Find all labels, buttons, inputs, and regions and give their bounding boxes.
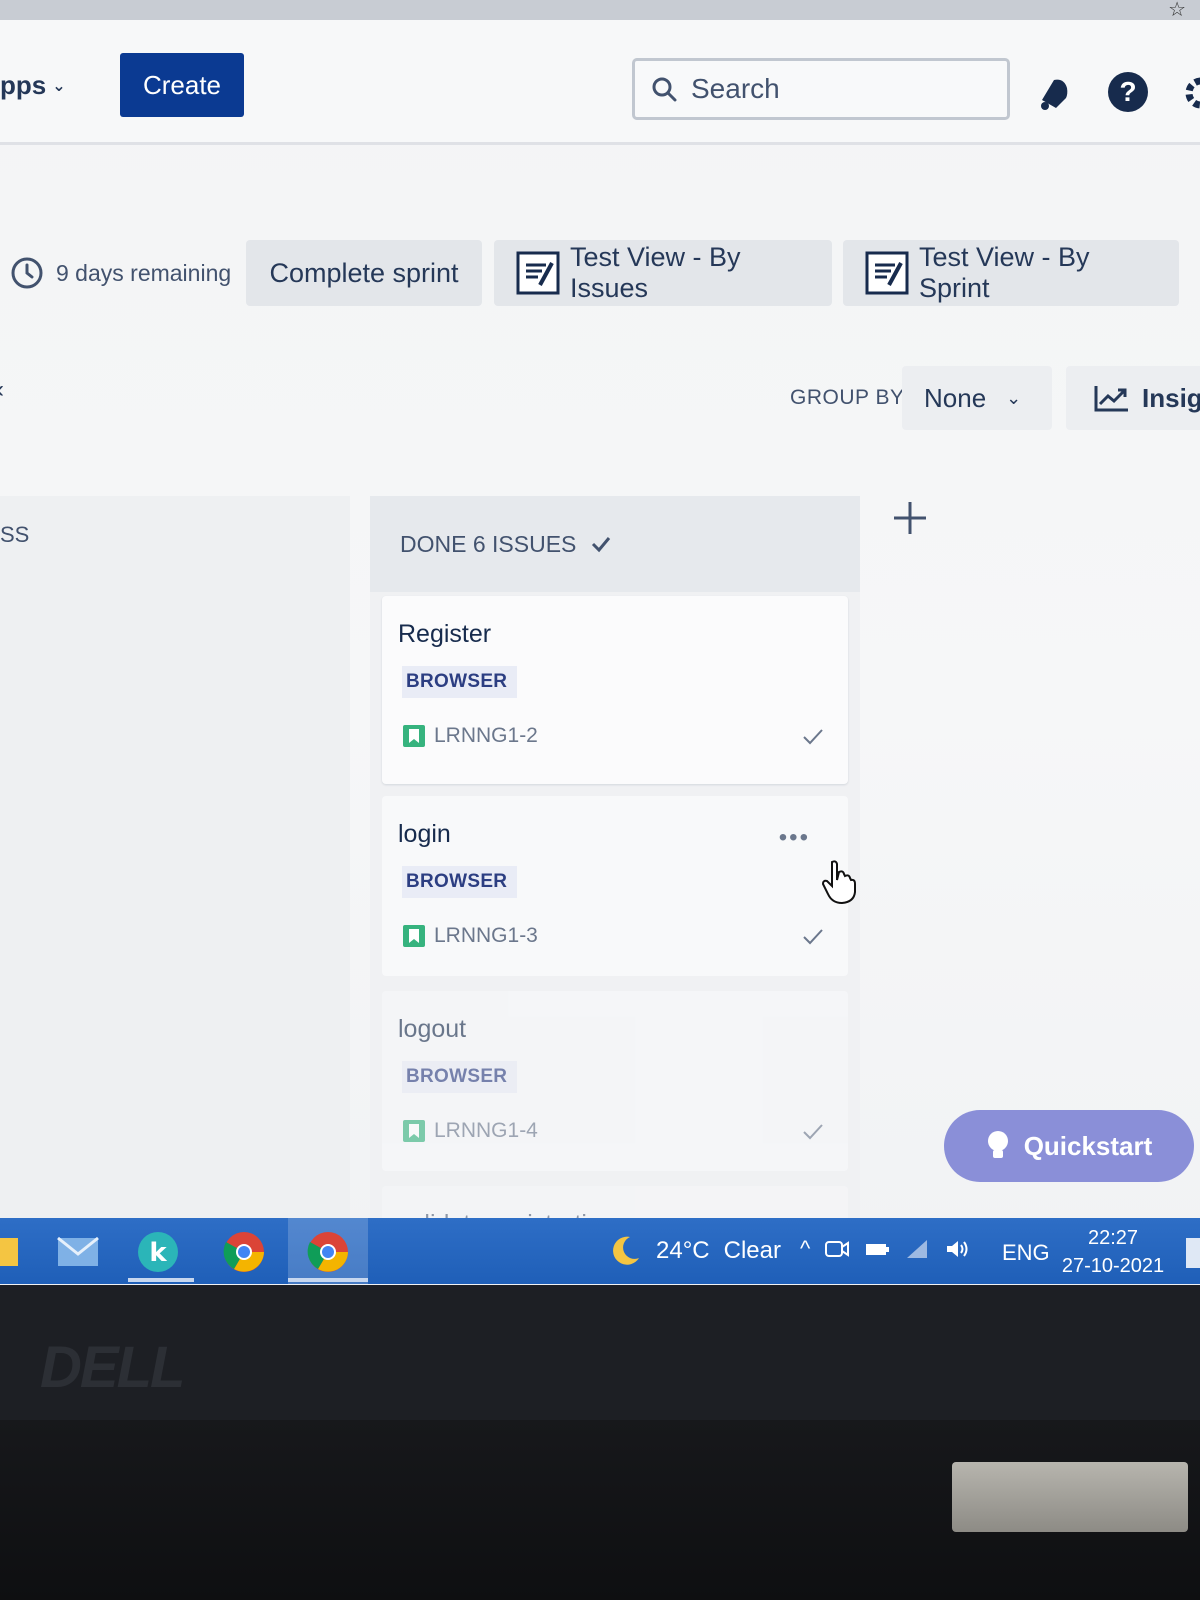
weather-widget[interactable]: 24°C Clear (608, 1234, 781, 1268)
issue-card[interactable]: login ••• BROWSER LRNNG1-3 (382, 796, 848, 976)
card-key[interactable]: LRNNG1-4 (402, 1119, 538, 1143)
lightbulb-icon (987, 1131, 1008, 1158)
card-title: Register (398, 620, 492, 648)
apps-menu[interactable]: pps ⌄ (0, 70, 66, 101)
done-column-header: DONE 6 ISSUES (370, 496, 860, 592)
dell-logo: DELL (40, 1335, 185, 1400)
card-title: logout (398, 1015, 467, 1043)
card-key-text: LRNNG1-3 (434, 924, 538, 947)
test-view-by-sprint-label: Test View - By Sprint (919, 242, 1090, 303)
group-by-label: GROUP BY (790, 386, 905, 409)
file-explorer-icon[interactable] (0, 1230, 24, 1274)
apps-menu-label: pps (0, 70, 47, 100)
card-key-text: LRNNG1-4 (434, 1119, 538, 1142)
done-column-title: DONE 6 ISSUES (400, 530, 577, 557)
story-icon (403, 725, 425, 747)
chrome-icon[interactable] (222, 1230, 266, 1274)
check-icon (803, 1124, 823, 1140)
laptop-sticker (952, 1462, 1188, 1532)
screen: ☆ pps ⌄ Create ? 9 d (0, 0, 1200, 1285)
window-top-strip (0, 0, 1200, 20)
insights-label: Insig (1142, 382, 1200, 413)
volume-icon[interactable] (944, 1236, 970, 1262)
gear-icon[interactable] (1182, 74, 1200, 112)
days-remaining: 9 days remaining (10, 256, 231, 290)
card-key-text: LRNNG1-2 (434, 724, 538, 747)
complete-sprint-button[interactable]: Complete sprint (246, 240, 482, 306)
taskbar-time: 22:27 (1087, 1227, 1139, 1249)
meet-now-icon[interactable] (824, 1236, 850, 1262)
days-remaining-text: 9 days remaining (56, 259, 232, 286)
check-icon (803, 729, 823, 745)
group-by-value: None (924, 382, 987, 413)
kaspersky-icon[interactable]: k (136, 1230, 180, 1274)
search-icon (652, 77, 677, 102)
search-input[interactable] (691, 73, 981, 105)
card-key[interactable]: LRNNG1-3 (402, 924, 538, 948)
complete-sprint-label: Complete sprint (269, 257, 459, 288)
check-icon (803, 929, 823, 945)
issue-card[interactable]: Register BROWSER LRNNG1-2 (382, 596, 848, 784)
sprint-bar: 9 days remaining Complete sprint Test Vi… (0, 240, 1200, 310)
previous-column-label: SS (0, 522, 30, 547)
weather-desc: Clear (723, 1237, 781, 1264)
notification-bell-icon[interactable] (1034, 74, 1074, 114)
help-icon[interactable]: ? (1108, 72, 1148, 112)
card-label: BROWSER (402, 666, 518, 698)
battery-icon[interactable] (864, 1236, 890, 1262)
quickstart-button[interactable]: Quickstart (944, 1110, 1194, 1182)
star-icon[interactable]: ☆ (1168, 0, 1186, 20)
test-view-by-issues-label: Test View - By Issues (570, 242, 741, 303)
taskbar-clock[interactable]: 22:27 27-10-2021 (1058, 1224, 1168, 1280)
chrome-icon[interactable] (306, 1230, 350, 1274)
test-view-by-sprint-button[interactable]: Test View - By Sprint (843, 240, 1179, 306)
more-options-icon[interactable]: ••• (779, 824, 810, 852)
insights-chart-icon (1094, 386, 1128, 412)
issue-card[interactable]: logout BROWSER LRNNG1-4 (382, 991, 848, 1171)
chevron-up-icon[interactable]: ^ (800, 1236, 810, 1262)
mail-icon[interactable] (56, 1230, 100, 1274)
chevron-down-icon: ⌄ (52, 77, 66, 95)
taskbar-running-indicator (288, 1278, 368, 1282)
top-navbar: pps ⌄ Create ? (0, 20, 1200, 145)
svg-text:k: k (149, 1238, 167, 1268)
check-icon (592, 537, 611, 553)
group-by-select[interactable]: None ⌄ (902, 366, 1052, 430)
windows-taskbar: k 24°C Clear ^ ENG 22:27 27-10-2021 (0, 1218, 1200, 1284)
previous-column (0, 496, 350, 1256)
quickstart-label: Quickstart (1023, 1130, 1153, 1161)
test-plugin-icon (865, 251, 909, 295)
story-icon (403, 925, 425, 947)
card-key[interactable]: LRNNG1-2 (402, 724, 538, 748)
moon-icon (613, 1236, 639, 1265)
card-title: login (398, 820, 451, 848)
language-indicator[interactable]: ENG (1002, 1240, 1050, 1266)
done-column: DONE 6 ISSUES Register BROWSER LRNNG1-2 … (370, 496, 860, 1266)
taskbar-running-indicator (128, 1278, 194, 1282)
system-tray: ^ (800, 1236, 970, 1262)
card-label: BROWSER (402, 1061, 518, 1093)
test-plugin-icon (516, 251, 560, 295)
story-icon (403, 1120, 425, 1142)
clock-icon (11, 257, 43, 289)
add-column-plus-icon[interactable] (890, 498, 930, 538)
taskbar-date: 27-10-2021 (1061, 1255, 1165, 1277)
weather-temp: 24°C (656, 1237, 710, 1264)
wifi-icon[interactable] (904, 1236, 930, 1262)
hand-cursor-icon (821, 860, 856, 905)
search-box[interactable] (632, 58, 1010, 120)
notification-center-icon[interactable] (1186, 1238, 1200, 1268)
card-label: BROWSER (402, 866, 518, 898)
test-view-by-issues-button[interactable]: Test View - By Issues (494, 240, 832, 306)
insights-button[interactable]: Insig (1066, 366, 1200, 430)
create-button[interactable]: Create (120, 53, 244, 117)
chevron-down-icon: ⌄ (1006, 387, 1022, 408)
chevron-left-icon[interactable]: ‹ (0, 376, 4, 404)
